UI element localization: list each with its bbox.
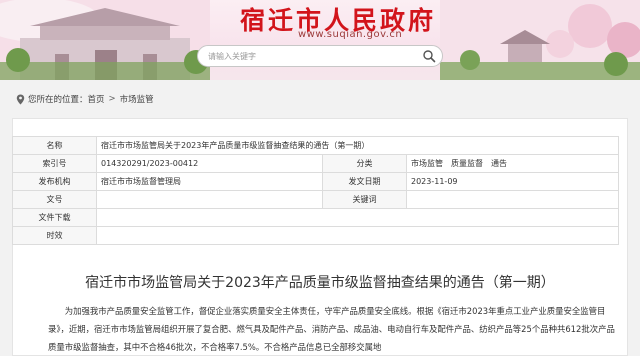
table-row: 文件下载: [12, 208, 619, 227]
meta-value-download[interactable]: [96, 208, 619, 227]
meta-value-publisher: 宿迁市市场监督管理局: [96, 172, 323, 191]
table-row: 名称 宿迁市市场监管局关于2023年产品质量市级监督抽查结果的通告（第一期）: [12, 136, 619, 155]
search-icon[interactable]: [422, 49, 436, 63]
meta-key-publisher: 发布机构: [12, 172, 97, 191]
table-row: 发布机构 宿迁市市场监督管理局 发文日期 2023-11-09: [12, 172, 619, 191]
breadcrumb-home-link[interactable]: 首页: [88, 93, 105, 105]
document-title: 宿迁市市场监管局关于2023年产品质量市级监督抽查结果的通告（第一期）: [85, 275, 555, 291]
meta-value-keywords: [406, 190, 619, 209]
city-gate-illustration: [0, 0, 210, 80]
meta-key-doc-number: 文号: [12, 190, 97, 209]
document-body: 为加强我市产品质量安全监管工作，督促企业落实质量安全主体责任，守牢产品质量安全底…: [48, 302, 616, 356]
meta-key-category: 分类: [322, 154, 407, 173]
meta-value-validity: [96, 226, 619, 245]
site-domain: www.suqian.gov.cn: [298, 29, 403, 40]
meta-key-index: 索引号: [12, 154, 97, 173]
table-row: 时效: [12, 226, 619, 245]
meta-key-validity: 时效: [12, 226, 97, 245]
meta-value-name: 宿迁市市场监管局关于2023年产品质量市级监督抽查结果的通告（第一期）: [96, 136, 619, 155]
garden-pavilion-illustration: [440, 0, 640, 80]
meta-value-category: 市场监管 质量监督 通告: [406, 154, 619, 173]
table-row: 索引号 014320291/2023-00412 分类 市场监管 质量监督 通告: [12, 154, 619, 173]
breadcrumb-prefix: 您所在的位置：: [28, 95, 88, 105]
breadcrumb: 您所在的位置： 首页 > 市场监管: [16, 92, 154, 106]
meta-value-date: 2023-11-09: [406, 172, 619, 191]
location-pin-icon: [16, 94, 25, 104]
meta-value-doc-number: [96, 190, 323, 209]
document-meta-table: 名称 宿迁市市场监管局关于2023年产品质量市级监督抽查结果的通告（第一期） 索…: [12, 136, 619, 245]
table-row: 文号 关键词: [12, 190, 619, 209]
document-paragraph: 为加强我市产品质量安全监管工作，督促企业落实质量安全主体责任，守牢产品质量安全底…: [48, 306, 615, 352]
meta-key-download: 文件下载: [12, 208, 97, 227]
search-input[interactable]: [208, 49, 408, 63]
breadcrumb-separator: >: [108, 94, 116, 104]
meta-value-index: 014320291/2023-00412: [96, 154, 323, 173]
meta-key-name: 名称: [12, 136, 97, 155]
search-box: [197, 45, 443, 67]
meta-key-date: 发文日期: [322, 172, 407, 191]
meta-key-keywords: 关键词: [322, 190, 407, 209]
site-header: 宿迁市人民政府 www.suqian.gov.cn: [0, 0, 640, 80]
breadcrumb-market-supervision-link[interactable]: 市场监管: [120, 93, 154, 105]
